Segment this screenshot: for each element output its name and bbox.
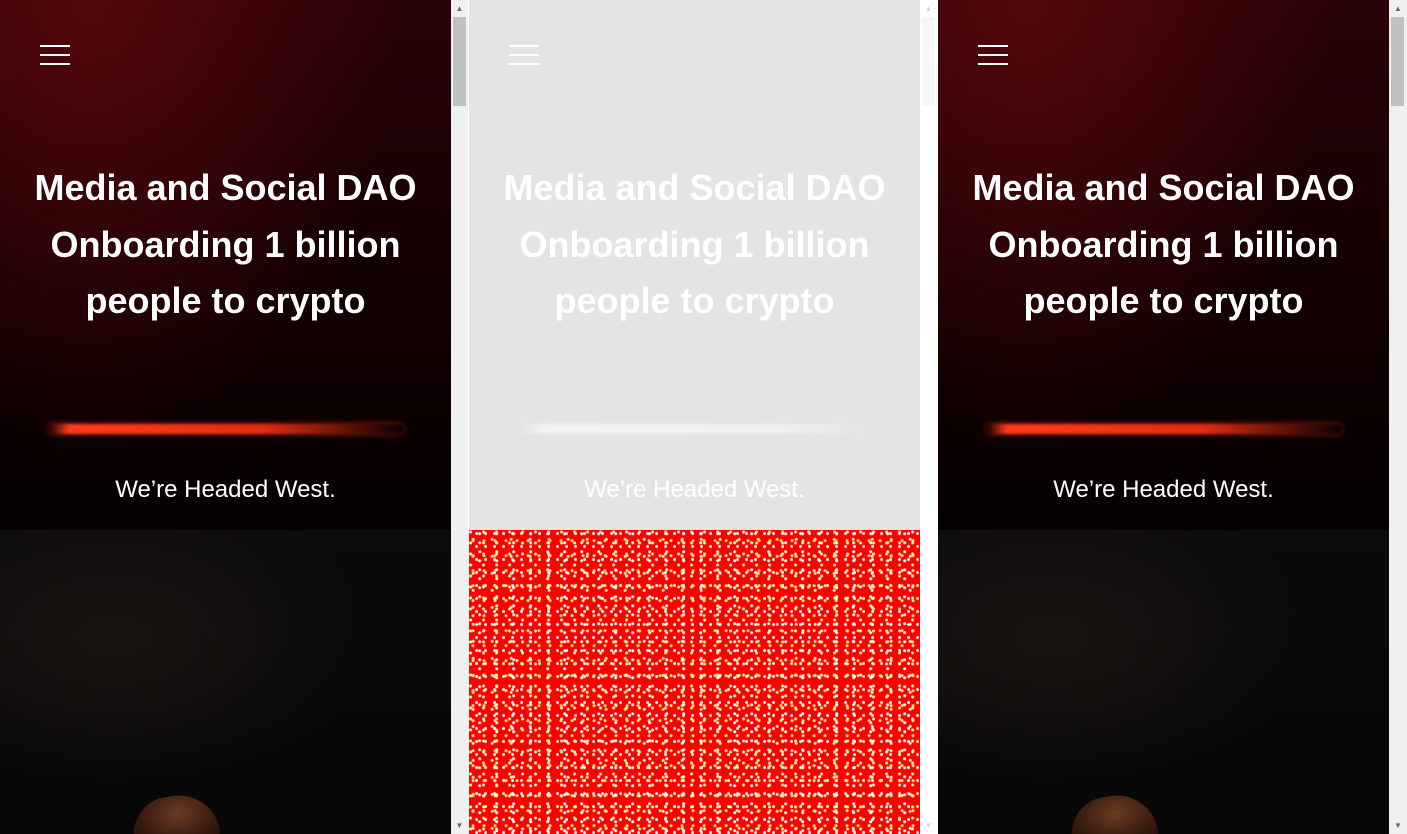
vertical-scrollbar[interactable]: ▲ ▼ <box>920 0 937 834</box>
scroll-up-arrow-icon[interactable]: ▲ <box>1389 0 1407 17</box>
accent-divider <box>517 424 873 434</box>
hero-headline: Media and Social DAO Onboarding 1 billio… <box>503 167 886 321</box>
accent-divider <box>986 424 1342 434</box>
hero-headline: Media and Social DAO Onboarding 1 billio… <box>972 167 1355 321</box>
hero-photo <box>938 530 1389 834</box>
hamburger-menu-icon[interactable] <box>978 44 1008 66</box>
hero-tagline: We’re Headed West. <box>584 476 805 503</box>
hero-photo <box>0 530 451 834</box>
page-panel-middle: Media and Social DAO Onboarding 1 billio… <box>469 0 920 834</box>
hero-section: Media and Social DAO Onboarding 1 billio… <box>938 0 1389 530</box>
scroll-down-arrow-icon[interactable]: ▼ <box>1389 817 1407 834</box>
scroll-down-arrow-icon[interactable]: ▼ <box>451 817 468 834</box>
hamburger-menu-icon[interactable] <box>509 44 539 66</box>
hero-tagline: We’re Headed West. <box>1053 476 1274 503</box>
browser-viewport: Media and Social DAO Onboarding 1 billio… <box>0 0 1407 834</box>
page-panel-left: Media and Social DAO Onboarding 1 billio… <box>0 0 451 834</box>
scroll-down-arrow-icon[interactable]: ▼ <box>920 817 937 834</box>
hero-headline: Media and Social DAO Onboarding 1 billio… <box>34 167 417 321</box>
page-panel-right: Media and Social DAO Onboarding 1 billio… <box>938 0 1389 834</box>
hamburger-menu-icon[interactable] <box>40 44 70 66</box>
vertical-scrollbar[interactable]: ▲ ▼ <box>451 0 468 834</box>
vertical-scrollbar[interactable]: ▲ ▼ <box>1389 0 1407 834</box>
scrollbar-thumb[interactable] <box>922 17 935 106</box>
accent-divider <box>48 424 404 434</box>
hero-section-faded: Media and Social DAO Onboarding 1 billio… <box>469 0 920 530</box>
hero-section: Media and Social DAO Onboarding 1 billio… <box>0 0 451 530</box>
scroll-up-arrow-icon[interactable]: ▲ <box>920 0 937 17</box>
scroll-up-arrow-icon[interactable]: ▲ <box>451 0 468 17</box>
hero-tagline: We’re Headed West. <box>115 476 336 503</box>
scrollbar-thumb[interactable] <box>453 17 466 106</box>
corrupted-image-area <box>469 530 920 834</box>
scrollbar-thumb[interactable] <box>1391 17 1404 106</box>
